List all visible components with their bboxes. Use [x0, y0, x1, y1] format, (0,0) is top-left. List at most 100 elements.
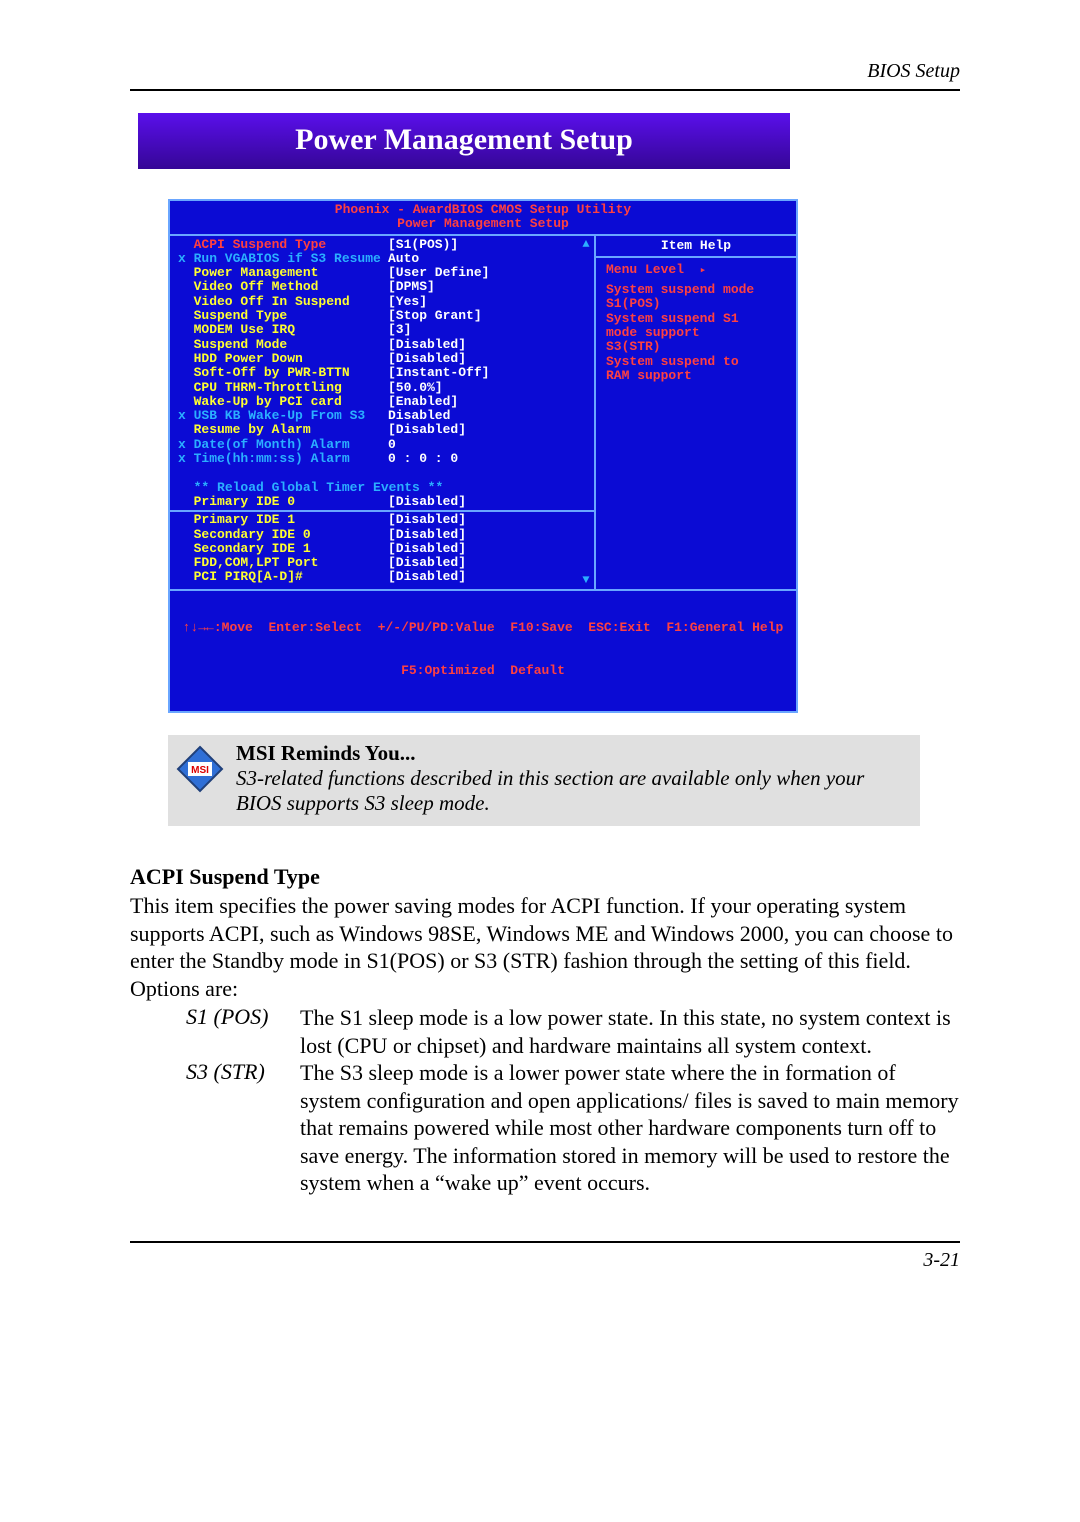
bios-footer-keys: ↑↓→←:Move Enter:Select +/-/PU/PD:Value F… [170, 591, 796, 711]
help-line: System suspend mode [606, 283, 786, 297]
chevron-right-icon: ▸ [700, 265, 707, 277]
help-line: S3(STR) [606, 340, 786, 354]
page-number: 3-21 [130, 1249, 960, 1272]
bios-setting-row[interactable]: Wake-Up by PCI card[Enabled] [178, 395, 588, 409]
setting-label: HDD Power Down [178, 352, 388, 366]
help-line: S1(POS) [606, 297, 786, 311]
setting-value[interactable]: [Disabled] [388, 423, 466, 437]
setting-label: FDD,COM,LPT Port [178, 556, 388, 570]
setting-label: PCI PIRQ[A-D]# [178, 570, 388, 584]
bios-screen-title: Power Management Setup [170, 217, 796, 231]
definition-desc: The S1 sleep mode is a low power state. … [300, 1004, 960, 1059]
help-line: RAM support [606, 369, 786, 383]
help-line: System suspend to [606, 355, 786, 369]
reload-events-header: ** Reload Global Timer Events ** [178, 481, 443, 495]
bios-setting-row[interactable]: HDD Power Down[Disabled] [178, 352, 588, 366]
bios-setting-row[interactable]: FDD,COM,LPT Port[Disabled] [178, 556, 588, 570]
bios-setting-row[interactable]: CPU THRM-Throttling[50.0%] [178, 381, 588, 395]
setting-value[interactable]: [Stop Grant] [388, 309, 482, 323]
bios-setting-row[interactable]: PCI PIRQ[A-D]#[Disabled] [178, 570, 588, 584]
setting-value[interactable]: [S1(POS)] [388, 238, 458, 252]
setting-value[interactable]: [User Define] [388, 266, 489, 280]
menu-level: Menu Level ▸ [606, 263, 786, 277]
bios-setting-row[interactable]: MODEM Use IRQ[3] [178, 323, 588, 337]
bios-setting-row[interactable]: Soft-Off by PWR-BTTN[Instant-Off] [178, 366, 588, 380]
definition-row: S1 (POS)The S1 sleep mode is a low power… [186, 1004, 960, 1059]
setting-value[interactable]: [Disabled] [388, 338, 466, 352]
bios-setting-row[interactable]: Secondary IDE 0[Disabled] [178, 528, 588, 542]
header-section-label: BIOS Setup [130, 60, 960, 83]
setting-value[interactable]: [Disabled] [388, 542, 466, 556]
setting-value[interactable]: 0 [388, 438, 396, 452]
setting-label: Video Off In Suspend [178, 295, 388, 309]
definition-desc: The S3 sleep mode is a lower power state… [300, 1059, 960, 1197]
bios-settings-list: ACPI Suspend Type[S1(POS)]x Run VGABIOS … [170, 236, 596, 589]
setting-value[interactable]: Disabled [388, 409, 450, 423]
bios-setting-row[interactable]: Video Off In Suspend[Yes] [178, 295, 588, 309]
setting-value[interactable]: 0 : 0 : 0 [388, 452, 458, 466]
setting-label: CPU THRM-Throttling [178, 381, 388, 395]
bios-setting-row[interactable]: Primary IDE 1[Disabled] [178, 513, 588, 527]
bios-help-panel: Item Help Menu Level ▸ System suspend mo… [596, 236, 796, 589]
setting-value[interactable]: [Disabled] [388, 495, 466, 509]
setting-label: x USB KB Wake-Up From S3 [178, 409, 388, 423]
section-paragraph: This item specifies the power saving mod… [130, 892, 960, 1002]
bios-setting-row[interactable]: Primary IDE 0[Disabled] [178, 495, 588, 509]
bios-footer-line1: ↑↓→←:Move Enter:Select +/-/PU/PD:Value F… [174, 621, 792, 635]
bios-footer-line2: F5:Optimized Default [174, 664, 792, 678]
setting-value[interactable]: Auto [388, 252, 419, 266]
msi-logo-icon: MSI [176, 745, 224, 793]
setting-label: Power Management [178, 266, 388, 280]
setting-value[interactable]: [Instant-Off] [388, 366, 489, 380]
setting-label: Secondary IDE 0 [178, 528, 388, 542]
help-title: Item Help [596, 236, 796, 258]
header-rule [130, 89, 960, 91]
help-line: System suspend S1 [606, 312, 786, 326]
msi-heading: MSI Reminds You... [236, 741, 416, 765]
setting-label: Resume by Alarm [178, 423, 388, 437]
bios-setting-row[interactable]: x USB KB Wake-Up From S3Disabled [178, 409, 588, 423]
setting-value[interactable]: [Yes] [388, 295, 427, 309]
setting-value[interactable]: [3] [388, 323, 411, 337]
setting-label: x Date(of Month) Alarm [178, 438, 388, 452]
bios-setting-row[interactable]: Secondary IDE 1[Disabled] [178, 542, 588, 556]
setting-value[interactable]: [Disabled] [388, 513, 466, 527]
setting-label: ACPI Suspend Type [178, 238, 388, 252]
setting-label: Primary IDE 1 [178, 513, 388, 527]
bios-scrollbar[interactable]: ▲ ▼ [580, 238, 592, 587]
footer-rule [130, 1241, 960, 1243]
bios-setting-row[interactable]: Power Management[User Define] [178, 266, 588, 280]
setting-value[interactable]: [DPMS] [388, 280, 435, 294]
page-title: Power Management Setup [138, 113, 790, 169]
bios-setting-row[interactable]: Suspend Type[Stop Grant] [178, 309, 588, 323]
svg-text:MSI: MSI [191, 765, 209, 776]
msi-reminder-box: MSI MSI Reminds You... S3-related functi… [168, 735, 920, 826]
bios-setting-row[interactable]: ACPI Suspend Type[S1(POS)] [178, 238, 588, 252]
setting-value[interactable]: [Disabled] [388, 570, 466, 584]
setting-value[interactable]: [Disabled] [388, 528, 466, 542]
setting-label: Suspend Mode [178, 338, 388, 352]
bios-setting-row[interactable]: x Run VGABIOS if S3 ResumeAuto [178, 252, 588, 266]
scroll-down-icon[interactable]: ▼ [582, 574, 589, 587]
setting-value[interactable]: [50.0%] [388, 381, 443, 395]
setting-label: Wake-Up by PCI card [178, 395, 388, 409]
setting-value[interactable]: [Disabled] [388, 352, 466, 366]
bios-setting-row[interactable]: x Time(hh:mm:ss) Alarm0 : 0 : 0 [178, 452, 588, 466]
setting-value[interactable]: [Enabled] [388, 395, 458, 409]
bios-setting-row[interactable]: x Date(of Month) Alarm0 [178, 438, 588, 452]
bios-setting-row[interactable]: Resume by Alarm[Disabled] [178, 423, 588, 437]
setting-label: x Time(hh:mm:ss) Alarm [178, 452, 388, 466]
bios-setting-row[interactable]: Suspend Mode[Disabled] [178, 338, 588, 352]
bios-screenshot: Phoenix - AwardBIOS CMOS Setup Utility P… [168, 199, 798, 713]
bios-setting-row[interactable]: Video Off Method[DPMS] [178, 280, 588, 294]
definition-list: S1 (POS)The S1 sleep mode is a low power… [186, 1004, 960, 1197]
definition-term: S3 (STR) [186, 1059, 300, 1197]
setting-label: MODEM Use IRQ [178, 323, 388, 337]
msi-body: S3-related functions described in this s… [236, 766, 864, 815]
scroll-up-icon[interactable]: ▲ [582, 238, 589, 251]
section-heading-acpi: ACPI Suspend Type [130, 864, 960, 890]
setting-label: Video Off Method [178, 280, 388, 294]
setting-label: x Run VGABIOS if S3 Resume [178, 252, 388, 266]
setting-label: Soft-Off by PWR-BTTN [178, 366, 388, 380]
setting-value[interactable]: [Disabled] [388, 556, 466, 570]
